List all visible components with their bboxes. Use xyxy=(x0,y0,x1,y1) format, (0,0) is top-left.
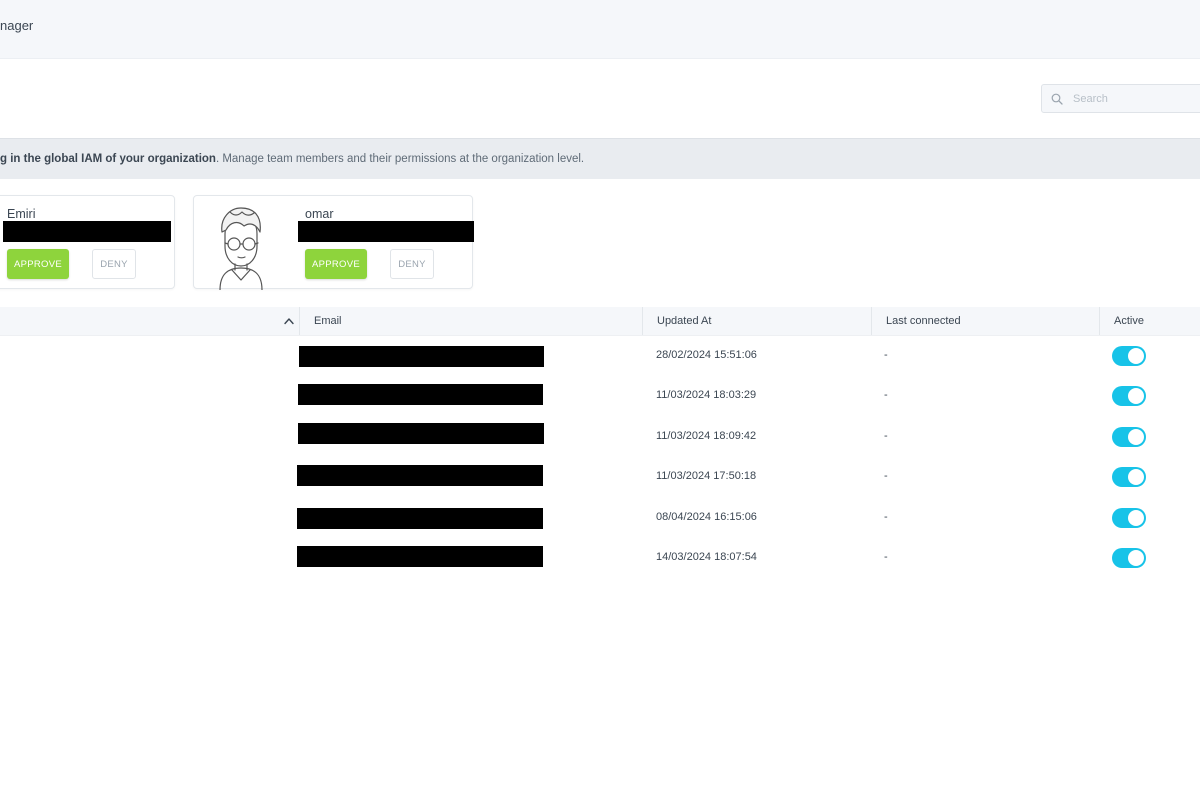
column-header-last-connected[interactable]: Last connected xyxy=(871,307,1099,335)
table-row: 11/03/2024 18:03:29 - xyxy=(0,376,1200,416)
redacted-email xyxy=(3,221,171,242)
request-name: Emiri xyxy=(7,207,36,221)
table-row: 14/03/2024 18:07:54 - xyxy=(0,538,1200,578)
toggle-knob xyxy=(1128,510,1144,526)
approve-button[interactable]: APPROVE xyxy=(7,249,69,279)
column-header-active[interactable]: Active xyxy=(1099,307,1200,335)
toggle-knob xyxy=(1128,348,1144,364)
table-row: 11/03/2024 18:09:42 - xyxy=(0,417,1200,457)
banner-text: . Manage team members and their permissi… xyxy=(215,153,585,165)
toggle-knob xyxy=(1128,469,1144,485)
active-toggle[interactable] xyxy=(1112,427,1146,447)
table-row: 28/02/2024 15:51:06 - xyxy=(0,336,1200,376)
table-header: Email Updated At Last connected Active xyxy=(0,307,1200,336)
redacted-email xyxy=(297,546,543,567)
table-row: 11/03/2024 17:50:18 - xyxy=(0,457,1200,497)
toggle-knob xyxy=(1128,550,1144,566)
active-toggle[interactable] xyxy=(1112,467,1146,487)
column-header-updated-at[interactable]: Updated At xyxy=(642,307,871,335)
pending-request-card: omar APPROVE DENY xyxy=(193,195,474,290)
updated-at-cell: 14/03/2024 18:07:54 xyxy=(656,551,757,563)
redacted-email xyxy=(297,508,543,529)
chevron-up-icon[interactable] xyxy=(284,317,294,325)
deny-button[interactable]: DENY xyxy=(390,249,434,279)
redacted-email xyxy=(298,221,474,242)
last-connected-cell: - xyxy=(884,349,888,361)
column-header-email[interactable]: Email xyxy=(299,307,642,335)
last-connected-cell: - xyxy=(884,511,888,523)
last-connected-cell: - xyxy=(884,430,888,442)
info-banner: g in the global IAM of your organization… xyxy=(0,138,1200,179)
user-avatar-icon xyxy=(219,207,263,290)
top-bar: nager xyxy=(0,0,1200,59)
redacted-email xyxy=(297,465,543,486)
request-name: omar xyxy=(305,207,334,221)
redacted-email xyxy=(299,346,544,367)
last-connected-cell: - xyxy=(884,551,888,563)
last-connected-cell: - xyxy=(884,389,888,401)
active-toggle[interactable] xyxy=(1112,386,1146,406)
deny-button[interactable]: DENY xyxy=(92,249,136,279)
toggle-knob xyxy=(1128,429,1144,445)
pending-request-card: Emiri APPROVE DENY xyxy=(0,195,175,289)
active-toggle[interactable] xyxy=(1112,346,1146,366)
updated-at-cell: 08/04/2024 16:15:06 xyxy=(656,511,757,523)
app-title: nager xyxy=(0,18,34,33)
avatar xyxy=(208,204,274,290)
updated-at-cell: 11/03/2024 17:50:18 xyxy=(656,470,757,482)
updated-at-cell: 11/03/2024 18:03:29 xyxy=(656,389,757,401)
redacted-email xyxy=(298,423,544,444)
search-input[interactable] xyxy=(1073,90,1193,108)
search-icon xyxy=(1051,93,1063,105)
updated-at-cell: 11/03/2024 18:09:42 xyxy=(656,430,757,442)
last-connected-cell: - xyxy=(884,470,888,482)
search-box[interactable] xyxy=(1041,84,1200,113)
toggle-knob xyxy=(1128,388,1144,404)
approve-button[interactable]: APPROVE xyxy=(305,249,367,279)
table-row: 08/04/2024 16:15:06 - xyxy=(0,498,1200,538)
redacted-email xyxy=(298,384,543,405)
updated-at-cell: 28/02/2024 15:51:06 xyxy=(656,349,757,361)
active-toggle[interactable] xyxy=(1112,508,1146,528)
banner-bold-text: g in the global IAM of your organization xyxy=(0,153,216,165)
active-toggle[interactable] xyxy=(1112,548,1146,568)
